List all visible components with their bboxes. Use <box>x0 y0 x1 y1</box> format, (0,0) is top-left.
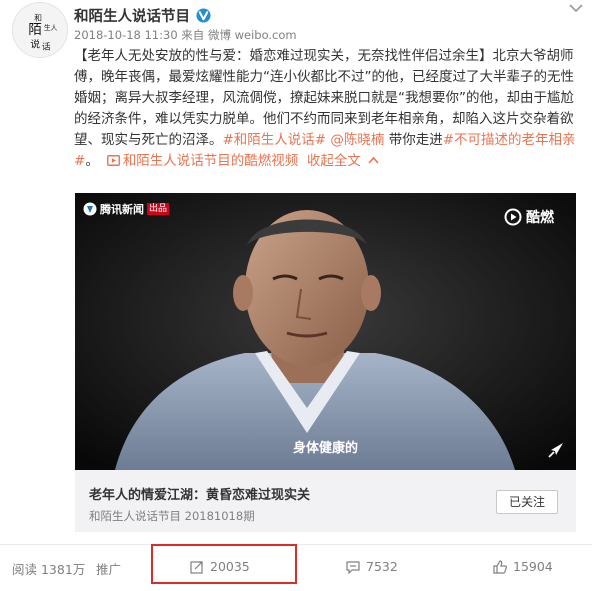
watermark-right-text: 酷燃 <box>526 210 554 226</box>
video-link-icon <box>106 155 120 166</box>
tencent-news-watermark: 腾讯新闻 出品 <box>83 201 170 217</box>
video-source-link[interactable]: 和陌生人说话节目的酷燃视频 <box>123 153 299 169</box>
post-meta: 2018-10-18 11:30 来自 微博 weibo.com <box>74 28 297 42</box>
avatar-logo-icon: 和 陌 生人 说 话 <box>13 3 67 57</box>
card-subtitle: 和陌生人说话节目 20181018期 <box>89 509 255 523</box>
mention-link[interactable]: @陈晓楠 <box>330 132 384 148</box>
svg-text:陌: 陌 <box>28 22 42 38</box>
video-player[interactable]: 腾讯新闻 出品 酷燃 身体健康的 <box>75 193 576 470</box>
verified-badge-icon <box>196 7 211 23</box>
post-body-middle: 带你走进 <box>384 132 443 148</box>
author-avatar[interactable]: 和 陌 生人 说 话 <box>12 2 68 58</box>
read-count: 阅读 1381万 <box>12 559 85 578</box>
like-button[interactable]: 15904 <box>493 559 553 574</box>
svg-text:话: 话 <box>42 40 51 52</box>
kuran-logo-icon <box>504 208 522 226</box>
post-body-end: 。 <box>85 153 99 169</box>
fullscreen-icon[interactable] <box>548 442 564 458</box>
watermark-left-text: 腾讯新闻 <box>100 203 144 216</box>
author-name[interactable]: 和陌生人说话节目 <box>74 5 190 26</box>
post-body: 【老年人无处安放的性与爱：婚恋难过现实关，无奈找性伴侣过余生】北京大爷胡师傅，晚… <box>74 46 584 172</box>
svg-text:生人: 生人 <box>44 23 58 32</box>
promote-label: 推广 <box>96 562 122 577</box>
hashtag-link[interactable]: #和陌生人说话# <box>223 132 327 148</box>
collapse-link[interactable]: 收起全文 <box>307 153 361 169</box>
repost-highlight-annotation <box>151 544 297 584</box>
video-subtitle: 身体健康的 <box>292 441 358 456</box>
read-count-text: 阅读 1381万 <box>12 562 86 577</box>
video-frame <box>75 193 576 470</box>
kuran-watermark: 酷燃 <box>504 207 554 227</box>
like-count: 15904 <box>513 559 553 574</box>
card-title[interactable]: 老年人的情爱江湖：黄昏恋难过现实关 <box>89 484 310 503</box>
tencent-news-logo-icon <box>83 202 97 216</box>
comment-button[interactable]: 7532 <box>346 559 398 574</box>
video-info-card[interactable]: 老年人的情爱江湖：黄昏恋难过现实关 和陌生人说话节目 20181018期 已关注 <box>75 470 576 532</box>
comment-icon <box>346 560 360 574</box>
author-row: 和陌生人说话节目 <box>74 4 211 26</box>
thumbs-up-icon <box>493 559 507 574</box>
promote-button[interactable]: 推广 <box>96 559 121 578</box>
svg-text:说: 说 <box>30 38 40 50</box>
chevron-up-icon[interactable] <box>368 156 379 164</box>
follow-button[interactable]: 已关注 <box>496 490 558 514</box>
watermark-badge: 出品 <box>147 203 170 215</box>
comment-count: 7532 <box>366 559 398 574</box>
chevron-down-icon[interactable] <box>568 2 584 14</box>
